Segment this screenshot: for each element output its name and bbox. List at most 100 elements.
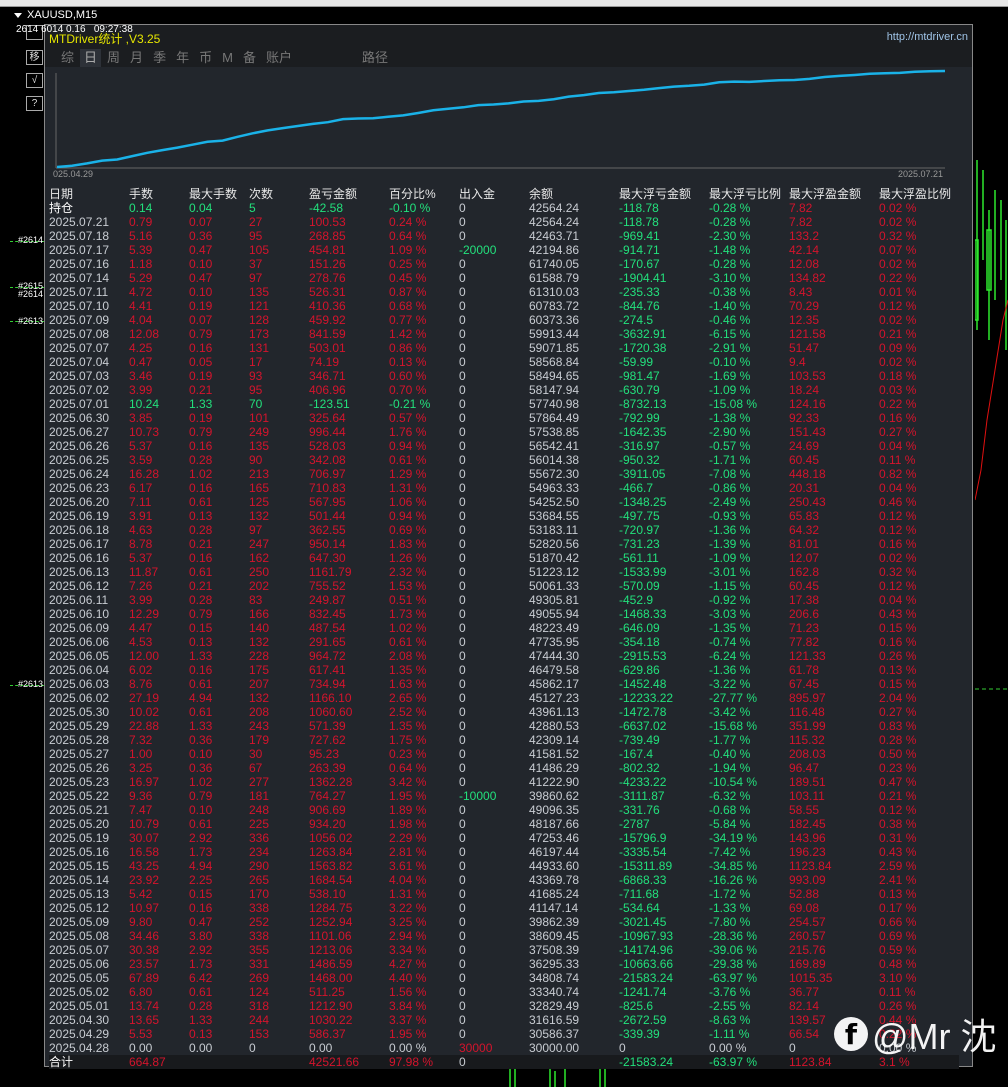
tab-4[interactable]: 季 [149, 49, 170, 67]
tab-5[interactable]: 年 [172, 49, 193, 67]
cell-max-floating-profit: 206.6 [789, 607, 820, 621]
tab-0[interactable]: 综 [57, 49, 78, 67]
cell-count: 336 [249, 831, 270, 845]
tab-10[interactable]: 路径 [358, 49, 392, 67]
cell-pnl: 362.55 [309, 523, 346, 537]
cell-max-floating-loss-pct: -1.09 % [709, 551, 751, 565]
cell-deposit-withdrawal: 0 [459, 705, 466, 719]
cell-max-floating-loss-pct: -1.36 % [709, 523, 751, 537]
cell-max-floating-loss-pct: -3.10 % [709, 271, 751, 285]
table-row: 2025.05.27 1.00 0.10 30 95.23 0.23 % 0 41581.52… [49, 747, 959, 761]
cell-deposit-withdrawal: 0 [459, 733, 466, 747]
tab-1[interactable]: 日 [80, 49, 102, 67]
cell-date: 2025.06.19 [49, 509, 110, 523]
website-link[interactable]: http://mtdriver.cn [887, 31, 968, 43]
cell-pnl: 1161.79 [309, 565, 352, 579]
column-header-date: 日期 [49, 187, 74, 201]
check-button[interactable]: √ [26, 73, 43, 88]
cell-max-floating-profit-pct: 0.12 % [879, 803, 917, 817]
cell-max-floating-profit-pct: 0.27 % [879, 425, 917, 439]
tab-6[interactable]: 币 [195, 49, 216, 67]
cell-max-lots: 0.15 [189, 621, 213, 635]
cell-max-lots: 0.16 [189, 481, 213, 495]
cell-max-floating-profit-pct: 0.02 % [879, 355, 917, 369]
cell-max-floating-loss-pct: -1.71 % [709, 453, 751, 467]
cell-count: 5 [249, 201, 256, 215]
cell-balance: 61310.03 [529, 285, 580, 299]
cell-lots: 3.91 [129, 509, 153, 523]
cell-lots: 23.57 [129, 957, 160, 971]
table-row: 2025.06.02 27.19 4.94 132 1166.10 2.65 % 0 4512… [49, 691, 959, 705]
symbol-label: XAUUSD,M15 [27, 9, 98, 21]
tab-2[interactable]: 周 [103, 49, 124, 67]
cell-date: 2025.05.01 [49, 999, 110, 1013]
cell-date: 2025.06.04 [49, 663, 110, 677]
cell-count: 37 [249, 257, 263, 271]
cell-balance: 42463.71 [529, 229, 580, 243]
cell-pnl: 1056.02 [309, 831, 353, 845]
table-row: 2025.07.01 10.24 1.33 70 -123.51 -0.21 % 0 5774… [49, 397, 959, 411]
cell-pnl-percent: 3.22 % [389, 901, 427, 915]
cell-pnl-percent: 0.69 % [389, 523, 427, 537]
cell-pnl-percent: 0.94 % [389, 439, 427, 453]
cell-max-floating-profit: 20.31 [789, 481, 820, 495]
chart-symbol[interactable]: XAUUSD,M15 [14, 9, 97, 21]
cell-max-floating-loss: -274.5 [619, 313, 654, 327]
cell-pnl-percent: 1.98 % [389, 817, 427, 831]
cell-deposit-withdrawal: 0 [459, 663, 466, 677]
equity-chart-svg [55, 69, 946, 169]
cell-pnl: 1563.82 [309, 859, 353, 873]
cell-pnl-percent: 0.70 % [389, 383, 427, 397]
table-row: 2025.06.11 3.99 0.28 83 249.87 0.51 % 0 49305.8… [49, 593, 959, 607]
cell-max-floating-loss: -1452.48 [619, 677, 667, 691]
table-row: 2025.07.07 4.25 0.16 131 503.01 0.86 % 0 59071.… [49, 341, 959, 355]
cell-max-floating-loss: -14174.96 [619, 943, 674, 957]
cell-max-floating-loss-pct: -16.26 % [709, 873, 758, 887]
cell-pnl: 964.72 [309, 649, 346, 663]
tab-7[interactable]: M [218, 49, 237, 67]
cell-date: 2025.05.05 [49, 971, 110, 985]
cell-max-floating-loss: -235.33 [619, 285, 660, 299]
cell-max-lots: 0.21 [189, 579, 213, 593]
cell-max-lots: 0.79 [189, 789, 213, 803]
cell-count: 208 [249, 705, 270, 719]
cell-max-floating-loss-pct: -3.03 % [709, 607, 751, 621]
cell-count: 202 [249, 579, 270, 593]
cell-max-floating-profit: 7.82 [789, 201, 813, 215]
cell-max-floating-loss-pct: -5.84 % [709, 817, 751, 831]
cell-max-lots: 0.61 [189, 495, 213, 509]
cell-pnl-percent: 1.31 % [389, 481, 427, 495]
cell-count: 225 [249, 817, 270, 831]
table-row: 2025.07.21 0.79 0.07 27 100.53 0.24 % 0 42564.2… [49, 215, 959, 229]
help-button[interactable]: ? [26, 96, 43, 111]
cell-max-floating-loss-pct: -1.77 % [709, 733, 751, 747]
cell-max-floating-loss: -731.23 [619, 537, 660, 551]
cell-count: 269 [249, 971, 270, 985]
table-row: 2025.05.22 9.36 0.79 181 764.27 1.95 % -10000 3… [49, 789, 959, 803]
table-row: 2025.04.30 13.65 1.33 244 1030.22 3.37 % 0 3161… [49, 1013, 959, 1027]
cell-max-floating-profit: 351.99 [789, 719, 826, 733]
tab-9[interactable]: 账户 [262, 49, 296, 67]
tab-3[interactable]: 月 [126, 49, 147, 67]
cell-lots: 10.97 [129, 901, 160, 915]
cell-pnl-percent: -0.21 % [389, 397, 431, 411]
table-row: 2025.05.09 9.80 0.47 252 1252.94 3.25 % 0 39862… [49, 915, 959, 929]
cell-pnl: 538.10 [309, 887, 346, 901]
cell-deposit-withdrawal: 0 [459, 271, 466, 285]
cell-max-floating-profit: 196.23 [789, 845, 826, 859]
tab-8[interactable]: 备 [239, 49, 260, 67]
cell-deposit-withdrawal: 0 [459, 229, 466, 243]
cell-lots: 4.63 [129, 523, 153, 537]
cell-max-floating-loss: -3111.87 [619, 789, 665, 803]
watermark: f @Mr 沈 [834, 1008, 997, 1060]
cell-count: 247 [249, 537, 270, 551]
cell-pnl: 503.01 [309, 341, 346, 355]
column-header-max-floating-profit: 最大浮盈金额 [789, 187, 862, 201]
table-row: 2025.06.03 8.76 0.61 207 734.94 1.63 % 0 45862.… [49, 677, 959, 691]
move-button[interactable]: 移 [26, 50, 43, 65]
cell-count: 95 [249, 229, 263, 243]
cell-max-floating-loss: -2787 [619, 817, 650, 831]
cell-pnl: 906.69 [309, 803, 346, 817]
cell-pnl-percent: 2.08 % [389, 649, 427, 663]
table-row: 2025.05.26 3.25 0.36 67 263.39 0.64 % 0 41486.2… [49, 761, 959, 775]
